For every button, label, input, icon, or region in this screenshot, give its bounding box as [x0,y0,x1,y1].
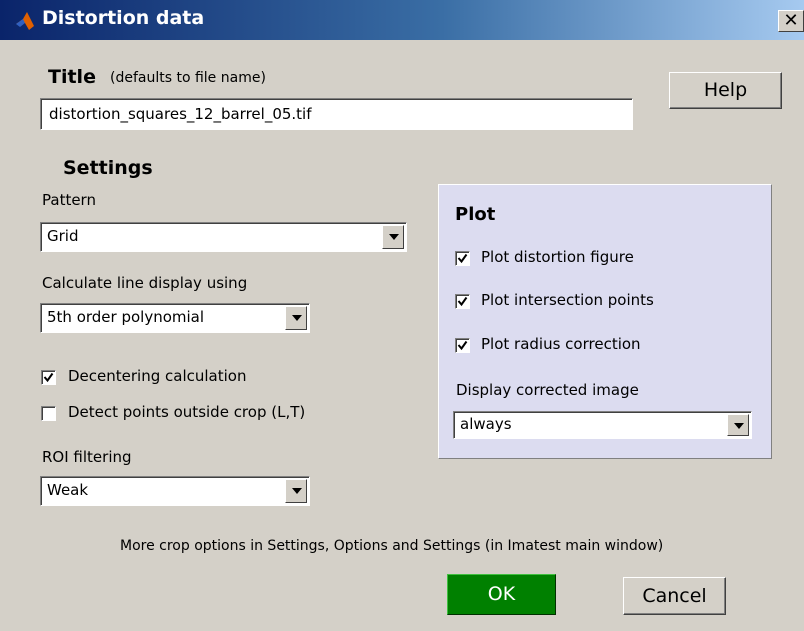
display-corrected-select[interactable]: always [453,411,752,439]
plot-distortion-label: Plot distortion figure [481,248,634,266]
display-corrected-value: always [460,415,512,433]
plot-intersection-label: Plot intersection points [481,291,654,309]
detect-outside-label: Detect points outside crop (L,T) [68,403,306,421]
settings-heading: Settings [63,157,153,179]
cancel-button[interactable]: Cancel [623,577,726,615]
pattern-value: Grid [47,227,79,245]
plot-radius-label: Plot radius correction [481,335,641,353]
calc-select[interactable]: 5th order polynomial [40,303,310,333]
footer-note: More crop options in Settings, Options a… [120,538,664,554]
display-corrected-label: Display corrected image [456,381,639,399]
matlab-icon [16,12,34,30]
roi-value: Weak [47,481,89,499]
roi-select[interactable]: Weak [40,476,310,506]
help-button[interactable]: Help [669,72,782,109]
plot-heading: Plot [455,204,496,225]
check-icon [457,340,468,351]
close-button[interactable]: ✕ [778,10,804,32]
chevron-down-icon[interactable] [727,414,749,436]
pattern-label: Pattern [42,191,96,209]
decentering-checkbox[interactable] [41,370,56,385]
title-hint: (defaults to file name) [110,70,266,86]
close-icon: ✕ [783,10,799,31]
ok-button[interactable]: OK [447,574,556,615]
chevron-down-icon[interactable] [382,225,404,249]
title-input[interactable]: distortion_squares_12_barrel_05.tif [40,98,633,130]
detect-outside-checkbox[interactable] [41,406,56,421]
calc-value: 5th order polynomial [47,308,205,326]
title-heading: Title [48,66,96,88]
plot-radius-checkbox[interactable] [455,338,470,353]
chevron-down-icon[interactable] [285,306,307,330]
calc-label: Calculate line display using [42,274,248,292]
window-title: Distortion data [42,7,205,29]
check-icon [43,372,54,383]
check-icon [457,253,468,264]
pattern-select[interactable]: Grid [40,222,407,252]
plot-distortion-checkbox[interactable] [455,251,470,266]
decentering-label: Decentering calculation [68,367,247,385]
check-icon [457,296,468,307]
chevron-down-icon[interactable] [285,479,307,503]
roi-label: ROI filtering [42,448,132,466]
plot-intersection-checkbox[interactable] [455,294,470,309]
